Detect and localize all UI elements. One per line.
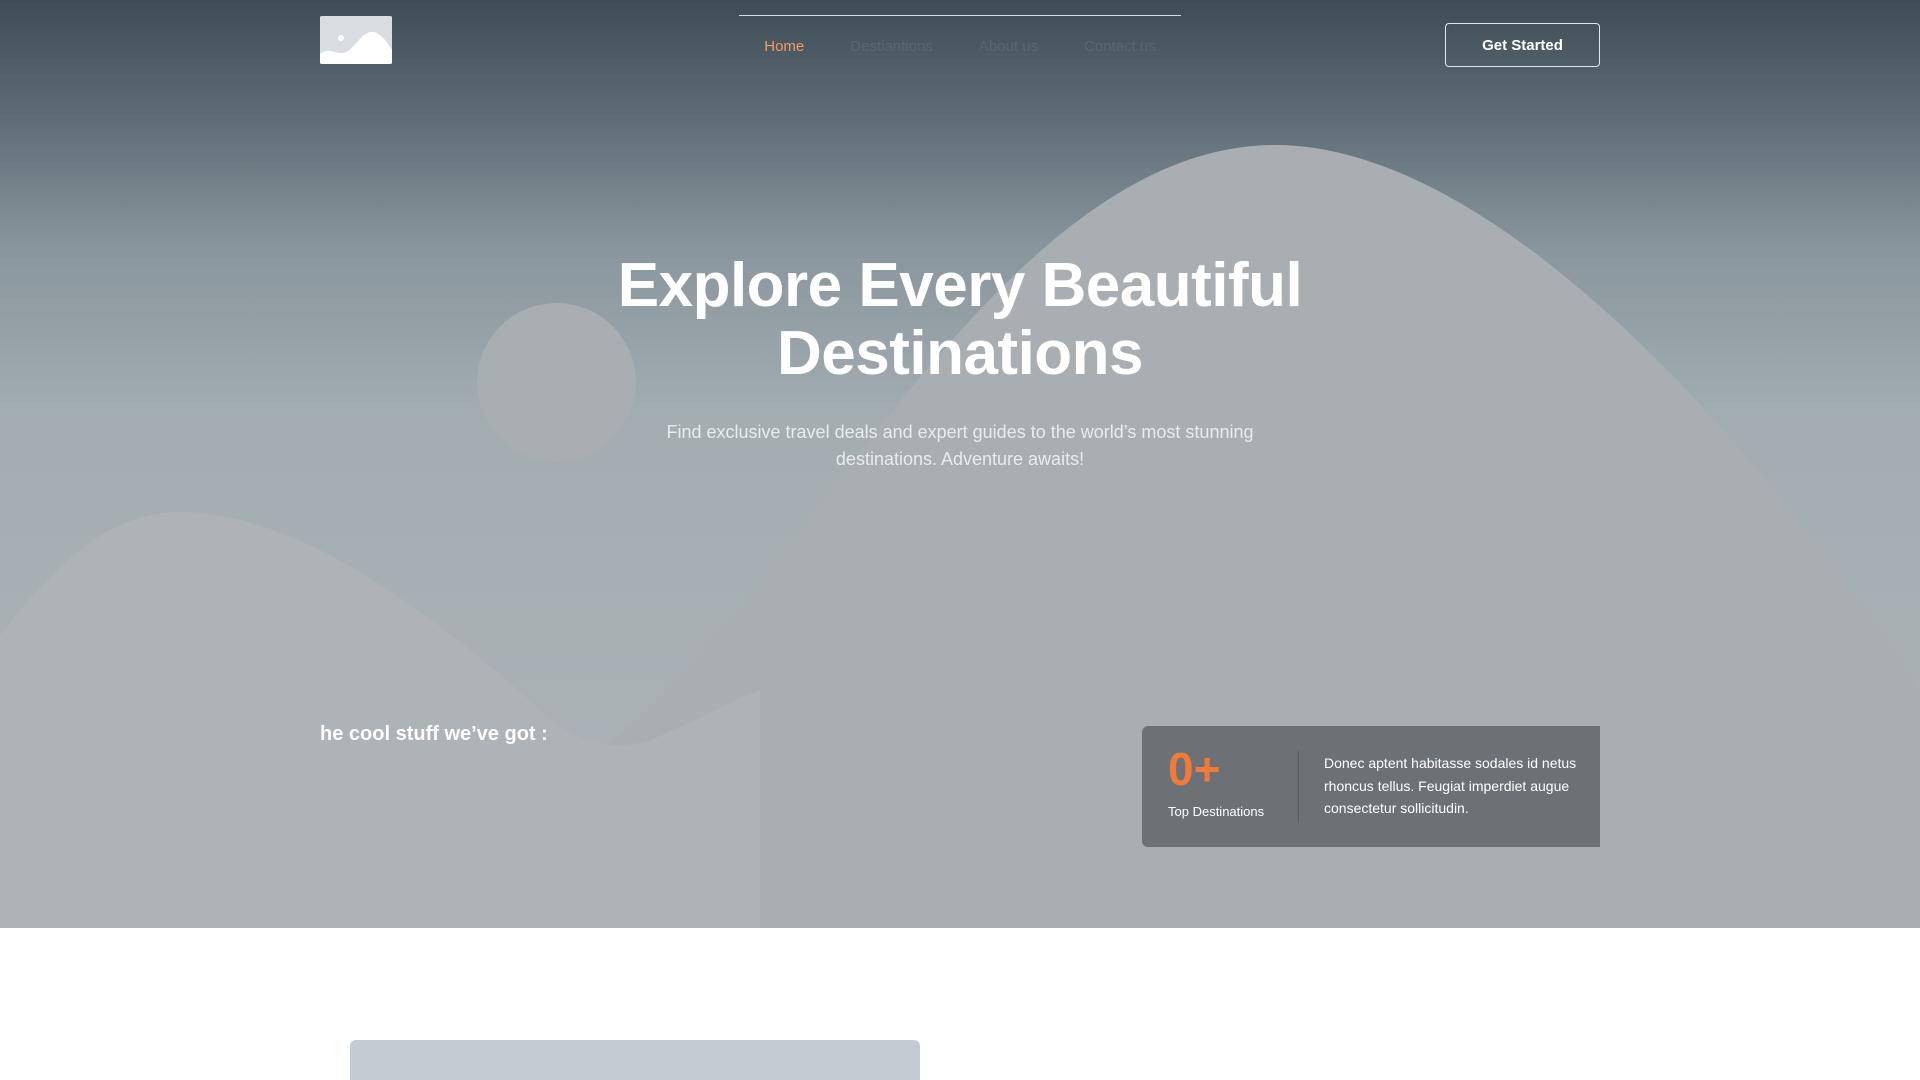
stat-number: 0+ bbox=[1168, 743, 1221, 795]
main-nav: Home Destiantions About us Contact us bbox=[739, 15, 1181, 75]
image-placeholder-icon bbox=[320, 16, 392, 64]
features-heading: he cool stuff we’ve got : bbox=[320, 723, 548, 745]
nav-item-destinations[interactable]: Destiantions bbox=[850, 38, 933, 55]
content-card bbox=[350, 1040, 920, 1080]
nav-item-home[interactable]: Home bbox=[764, 38, 804, 55]
stat-divider bbox=[1298, 751, 1299, 823]
hero-title-line2: Destinations bbox=[776, 319, 1144, 388]
stat-description: Donec aptent habitasse sodales id netus … bbox=[1324, 755, 1577, 816]
hero-subtitle: Find exclusive travel deals and expert g… bbox=[666, 422, 1254, 469]
logo[interactable] bbox=[320, 16, 392, 64]
hero-title-line1: Explore Every Beautiful bbox=[617, 251, 1303, 320]
hero-section: Home Destiantions About us Contact us Ge… bbox=[0, 0, 1920, 928]
get-started-button[interactable]: Get Started bbox=[1445, 23, 1600, 67]
nav-item-contact[interactable]: Contact us bbox=[1084, 38, 1156, 55]
hero-title: Explore Every Beautiful Destinations bbox=[560, 252, 1360, 388]
nav-item-about[interactable]: About us bbox=[979, 38, 1038, 55]
stat-label: Top Destinations bbox=[1168, 804, 1265, 819]
stat-card: 0+ Top Destinations Donec aptent habitas… bbox=[1142, 726, 1600, 847]
